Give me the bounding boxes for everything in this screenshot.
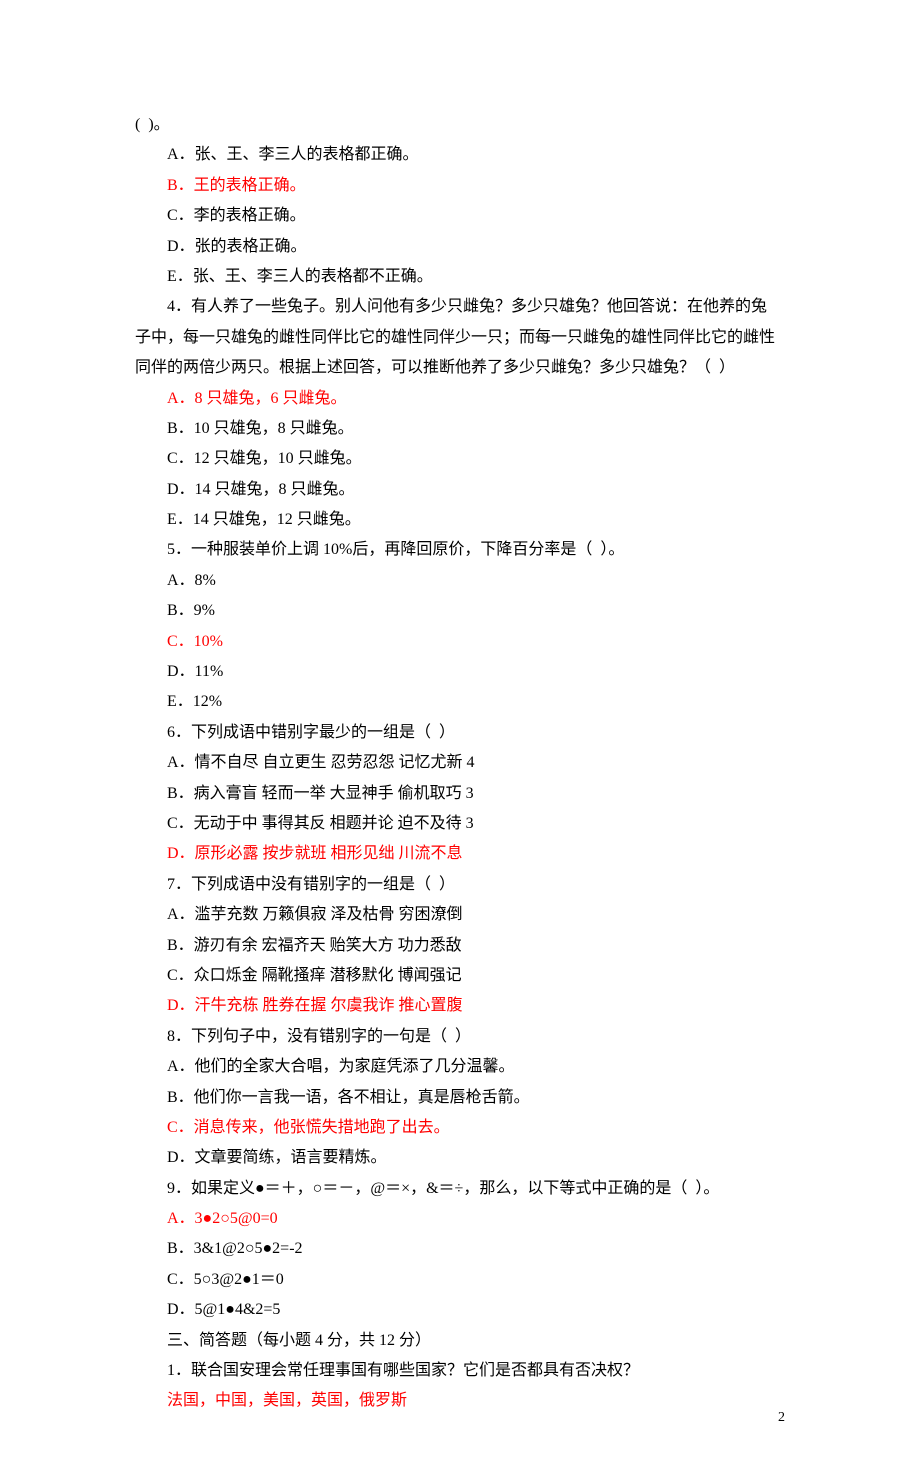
text-line: D．14 只雄兔，8 只雌兔。 xyxy=(135,475,785,505)
text-line: B．他们你一言我一语，各不相让，真是唇枪舌箭。 xyxy=(135,1083,785,1113)
text-line: B．3&1@2○5●2=-2 xyxy=(135,1234,785,1264)
text-line: A．3●2○5@0=0 xyxy=(135,1204,785,1234)
text-line: B．9% xyxy=(135,596,785,626)
text-line: D．原形必露 按步就班 相形见绌 川流不息 xyxy=(135,839,785,869)
page-number: 2 xyxy=(778,1405,785,1432)
text-line: A．情不自尽 自立更生 忍劳忍怨 记忆尤新 4 xyxy=(135,748,785,778)
text-line: A．8 只雄兔，6 只雌兔。 xyxy=(135,384,785,414)
text-line: 8．下列句子中，没有错别字的一句是（ ） xyxy=(135,1022,785,1052)
text-line: C．李的表格正确。 xyxy=(135,201,785,231)
text-line: A．张、王、李三人的表格都正确。 xyxy=(135,140,785,170)
text-line: C．5○3@2●1＝0 xyxy=(135,1265,785,1295)
text-line: 6．下列成语中错别字最少的一组是（ ） xyxy=(135,718,785,748)
text-line: D．张的表格正确。 xyxy=(135,232,785,262)
text-line: D．汗牛充栋 胜券在握 尔虞我诈 推心置腹 xyxy=(135,991,785,1021)
text-line: C．众口烁金 隔靴搔痒 潜移默化 博闻强记 xyxy=(135,961,785,991)
text-line: C．10% xyxy=(135,627,785,657)
text-line: 同伴的两倍少两只。根据上述回答，可以推断他养了多少只雌兔？多少只雄兔？（ ） xyxy=(135,353,785,383)
text-line: C．无动于中 事得其反 相题并论 迫不及待 3 xyxy=(135,809,785,839)
text-line: E．14 只雄兔，12 只雌兔。 xyxy=(135,505,785,535)
text-line: ( )。 xyxy=(135,110,785,140)
text-line: A．滥芋充数 万籁俱寂 泽及枯骨 穷困潦倒 xyxy=(135,900,785,930)
text-line: B．10 只雄兔，8 只雌兔。 xyxy=(135,414,785,444)
text-line: 子中，每一只雄兔的雌性同伴比它的雄性同伴少一只；而每一只雌兔的雄性同伴比它的雌性 xyxy=(135,323,785,353)
text-line: C．消息传来，他张慌失措地跑了出去。 xyxy=(135,1113,785,1143)
text-line: A．他们的全家大合唱，为家庭凭添了几分温馨。 xyxy=(135,1052,785,1082)
text-line: 三、简答题（每小题 4 分，共 12 分） xyxy=(135,1326,785,1356)
text-line: 9．如果定义●＝＋，○＝－，@＝×，&＝÷，那么，以下等式中正确的是（ ）。 xyxy=(135,1174,785,1204)
text-line: 7．下列成语中没有错别字的一组是（ ） xyxy=(135,870,785,900)
text-line: B．王的表格正确。 xyxy=(135,171,785,201)
text-line: D．5@1●4&2=5 xyxy=(135,1295,785,1325)
text-line: A．8% xyxy=(135,566,785,596)
text-line: 4．有人养了一些兔子。别人问他有多少只雌兔？多少只雄兔？他回答说：在他养的兔 xyxy=(135,292,785,322)
text-line: 法国，中国，美国，英国，俄罗斯 xyxy=(135,1386,785,1416)
text-line: 1．联合国安理会常任理事国有哪些国家？它们是否都具有否决权？ xyxy=(135,1356,785,1386)
text-line: E．12% xyxy=(135,687,785,717)
text-line: D．文章要简练，语言要精炼。 xyxy=(135,1143,785,1173)
text-line: B．病入膏盲 轻而一举 大显神手 偷机取巧 3 xyxy=(135,779,785,809)
text-line: 5．一种服装单价上调 10%后，再降回原价，下降百分率是（ ）。 xyxy=(135,535,785,565)
text-line: D．11% xyxy=(135,657,785,687)
text-line: B．游刃有余 宏福齐天 贻笑大方 功力悉敌 xyxy=(135,931,785,961)
text-line: C．12 只雄兔，10 只雌兔。 xyxy=(135,444,785,474)
document-content: ( )。A．张、王、李三人的表格都正确。B．王的表格正确。C．李的表格正确。D．… xyxy=(135,110,785,1417)
text-line: E．张、王、李三人的表格都不正确。 xyxy=(135,262,785,292)
document-page: ( )。A．张、王、李三人的表格都正确。B．王的表格正确。C．李的表格正确。D．… xyxy=(0,0,920,1477)
